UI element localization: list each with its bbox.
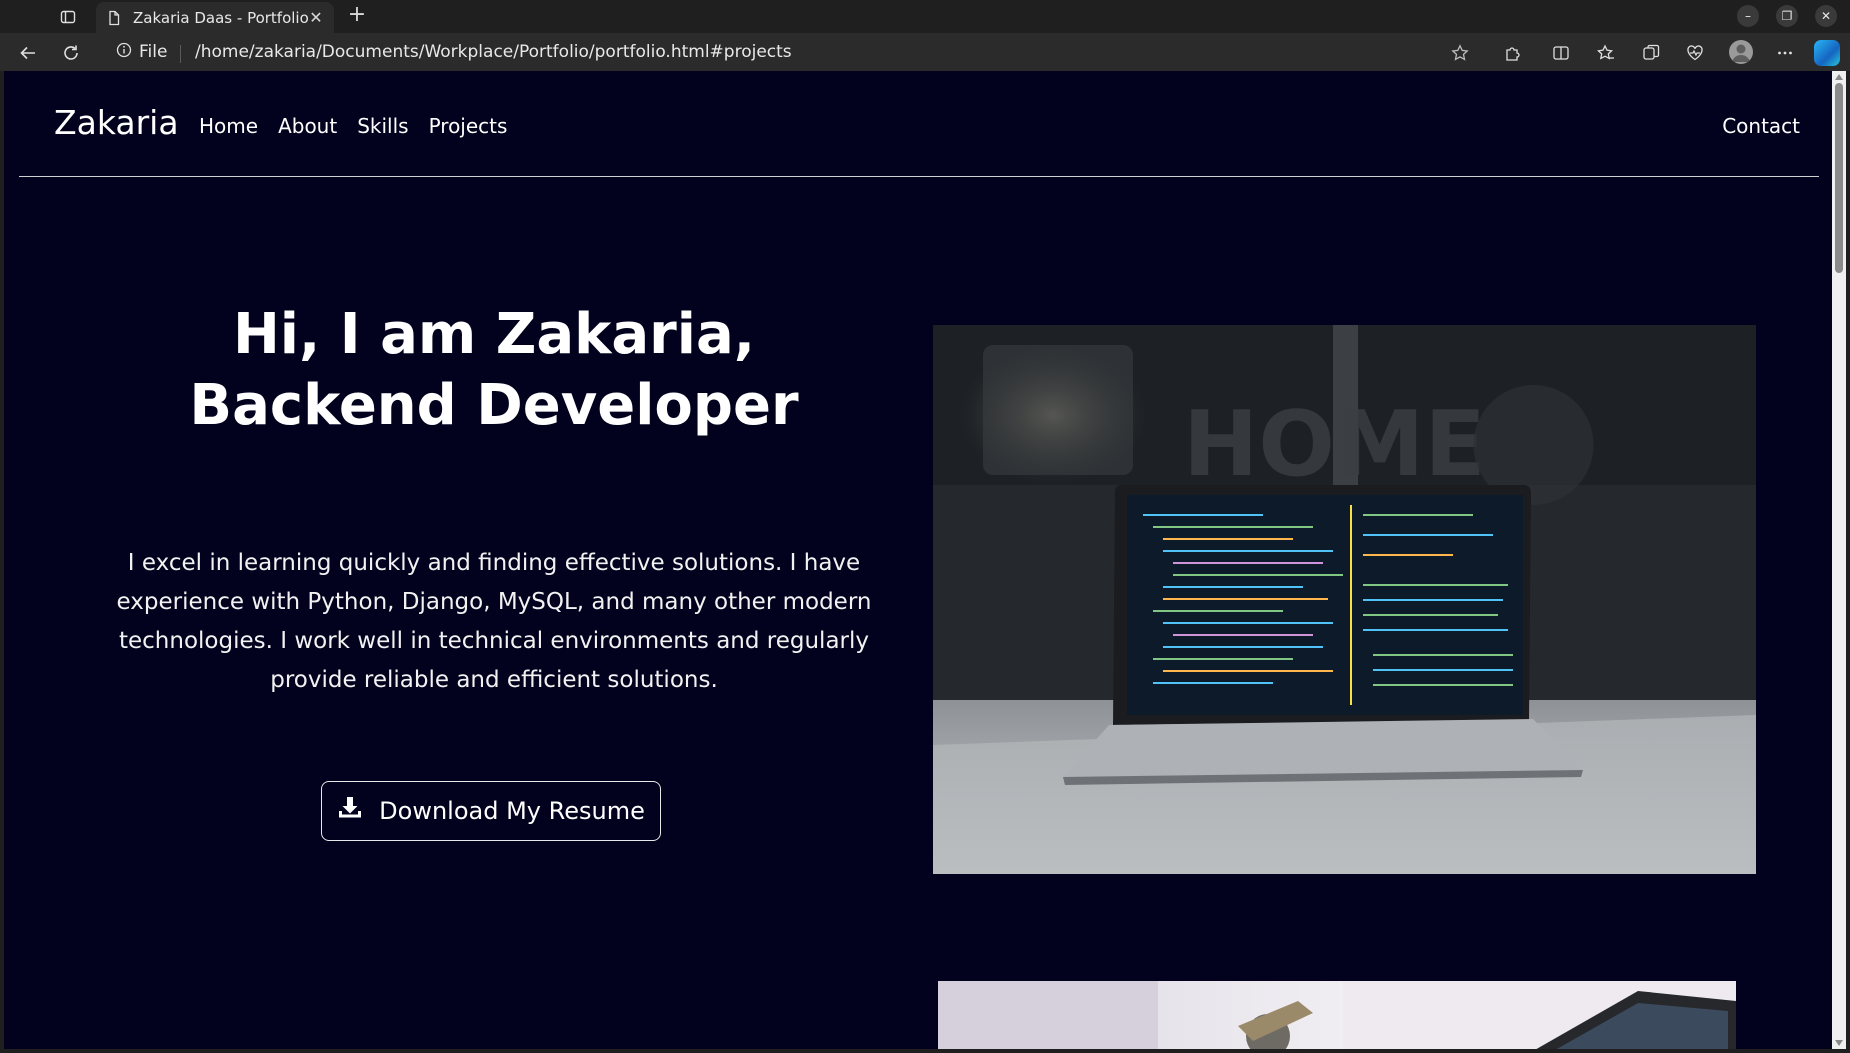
copilot-icon[interactable] [1814,40,1840,66]
close-icon[interactable]: ✕ [308,8,324,27]
more-icon[interactable] [1772,40,1798,66]
tab-title: Zakaria Daas - Portfolio [133,8,308,27]
scroll-down-icon[interactable] [1835,1040,1843,1046]
page-viewport: Zakaria Home About Skills Projects Conta… [4,71,1832,1049]
download-resume-button[interactable]: Download My Resume [321,781,661,841]
window-bottom-frame [0,1049,1850,1053]
profile-icon[interactable] [1729,40,1753,64]
split-screen-icon[interactable] [1548,40,1574,66]
url-divider [180,45,181,63]
collections-icon[interactable] [1638,40,1664,66]
reload-icon[interactable] [58,40,84,66]
workspaces-icon[interactable] [58,7,78,27]
nav-link-about[interactable]: About [278,114,337,138]
hero-title: Hi, I am Zakaria, Backend Developer [94,299,894,441]
nav-link-projects[interactable]: Projects [429,114,508,138]
hero-title-line-2: Backend Developer [189,373,799,438]
heart-pulse-icon[interactable] [1682,40,1708,66]
nav-links: Home About Skills Projects [199,114,507,138]
site-info-button[interactable]: File [116,42,167,62]
scrollbar-thumb[interactable] [1835,83,1843,273]
back-arrow-icon[interactable] [15,40,41,66]
address-bar[interactable]: /home/zakaria/Documents/Workplace/Portfo… [195,42,792,62]
plus-icon[interactable]: + [345,4,369,28]
browser-tab-bar: Zakaria Daas - Portfolio ✕ + – ❐ ✕ [0,0,1850,33]
brand-logo[interactable]: Zakaria [54,103,179,142]
browser-toolbar: File /home/zakaria/Documents/Workplace/P… [0,33,1850,71]
nav-link-home[interactable]: Home [199,114,258,138]
nav-link-skills[interactable]: Skills [357,114,408,138]
svg-text:HOME: HOME [1183,392,1486,497]
hero-description: I excel in learning quickly and finding … [116,550,872,693]
download-icon [337,795,363,827]
puzzle-icon[interactable] [1500,40,1526,66]
info-icon [116,42,132,62]
download-resume-label: Download My Resume [379,797,645,825]
favorites-icon[interactable] [1593,40,1619,66]
project-preview-image [938,981,1736,1049]
browser-tab[interactable]: Zakaria Daas - Portfolio ✕ [96,2,334,33]
scroll-up-icon[interactable] [1835,74,1843,80]
window-close-icon[interactable]: ✕ [1813,4,1839,28]
page-scrollbar[interactable] [1832,71,1846,1049]
minimize-icon[interactable]: – [1735,4,1761,28]
restore-icon[interactable]: ❐ [1774,4,1800,28]
document-icon [106,10,122,26]
hero-title-line-1: Hi, I am Zakaria, [232,302,756,367]
nav-link-contact[interactable]: Contact [1722,114,1800,138]
url-scheme-label: File [139,42,168,62]
hero-laptop-image: HOME [933,325,1756,874]
nav-divider [19,176,1819,177]
site-navbar: Zakaria Home About Skills Projects Conta… [4,71,1832,177]
star-icon[interactable] [1447,40,1473,66]
